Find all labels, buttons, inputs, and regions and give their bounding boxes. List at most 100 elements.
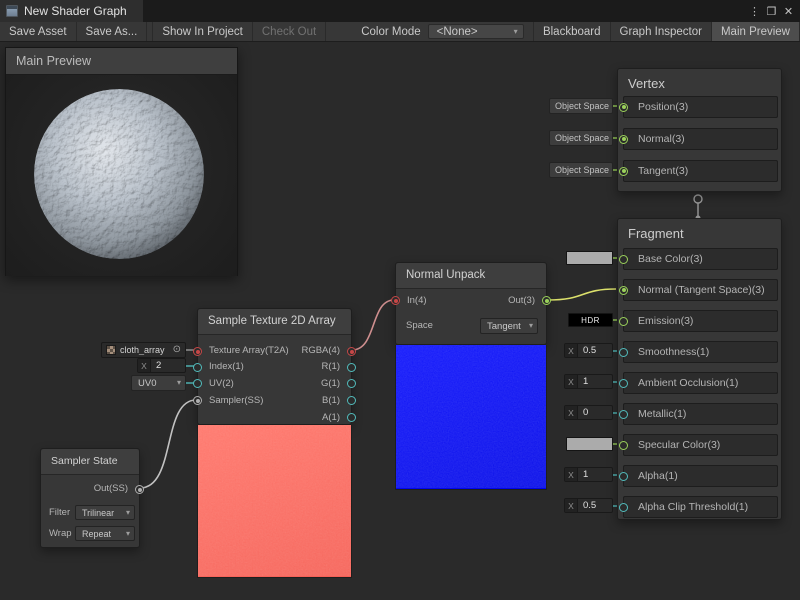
fragment-row-ambient-occlusion[interactable]: Ambient Occlusion(1) bbox=[623, 372, 778, 394]
port-tangent-in[interactable] bbox=[619, 167, 628, 176]
port-index-in[interactable] bbox=[193, 363, 202, 372]
uv-channel-dropdown[interactable]: UV0 ▾ bbox=[131, 375, 186, 391]
main-preview-title[interactable]: Main Preview bbox=[6, 48, 237, 75]
fragment-row-smoothness[interactable]: Smoothness(1) bbox=[623, 341, 778, 363]
port-position-in[interactable] bbox=[619, 103, 628, 112]
port-normal-in[interactable] bbox=[619, 135, 628, 144]
fragment-row-base-color[interactable]: Base Color(3) bbox=[623, 248, 778, 270]
vertex-row-normal[interactable]: Normal(3) bbox=[623, 128, 778, 150]
chevron-down-icon: ▾ bbox=[177, 379, 181, 387]
color-mode-value: <None> bbox=[437, 26, 478, 38]
maximize-icon[interactable]: ❐ bbox=[763, 2, 780, 20]
graph-inspector-toggle-button[interactable]: Graph Inspector bbox=[611, 22, 712, 41]
index-field[interactable]: X2 bbox=[137, 358, 186, 373]
color-mode-dropdown[interactable]: <None> ▾ bbox=[428, 24, 524, 39]
tangent-space-dropdown[interactable]: Object Space bbox=[549, 162, 613, 178]
title-bar: New Shader Graph ⋮ ❐ ✕ bbox=[0, 0, 800, 22]
alpha-clip-threshold-field[interactable]: X0.5 bbox=[564, 498, 613, 513]
edge-rgba-to-in bbox=[352, 300, 394, 350]
port-out3[interactable] bbox=[542, 296, 551, 305]
blackboard-toggle-button[interactable]: Blackboard bbox=[533, 22, 611, 41]
port-specular-color-in[interactable] bbox=[619, 441, 628, 450]
port-b-out[interactable] bbox=[347, 396, 356, 405]
port-alpha-clip-in[interactable] bbox=[619, 503, 628, 512]
port-outss[interactable] bbox=[135, 485, 144, 494]
port-rgba-out[interactable] bbox=[347, 347, 356, 356]
tab-new-shader-graph[interactable]: New Shader Graph bbox=[0, 0, 143, 22]
chevron-down-icon: ▾ bbox=[514, 28, 518, 36]
color-mode-label: Color Mode bbox=[354, 22, 427, 41]
chevron-down-icon: ▾ bbox=[529, 322, 533, 330]
cloth-noise-overlay bbox=[198, 425, 351, 576]
check-out-button: Check Out bbox=[253, 22, 326, 41]
port-metallic-in[interactable] bbox=[619, 410, 628, 419]
base-color-swatch[interactable] bbox=[566, 251, 613, 265]
edge-out-to-normal bbox=[548, 289, 616, 300]
normal-noise-overlay bbox=[396, 345, 546, 488]
fragment-row-normal-tangent-space[interactable]: Normal (Tangent Space)(3) bbox=[623, 279, 778, 301]
sample-texture-preview[interactable] bbox=[197, 425, 352, 578]
chevron-down-icon: ▾ bbox=[126, 530, 130, 538]
node-normal-unpack[interactable]: Normal Unpack In(4) Out(3) Space Tangent… bbox=[395, 262, 547, 345]
normal-space-dropdown[interactable]: Object Space bbox=[549, 130, 613, 146]
stack-connector-top bbox=[694, 195, 702, 203]
window-controls: ⋮ ❐ ✕ bbox=[746, 2, 800, 20]
port-ambient-occlusion-in[interactable] bbox=[619, 379, 628, 388]
vertex-row-position[interactable]: Position(3) bbox=[623, 96, 778, 118]
save-as-button[interactable]: Save As... bbox=[77, 22, 148, 41]
fragment-row-emission[interactable]: Emission(3) bbox=[623, 310, 778, 332]
main-preview-panel[interactable]: Main Preview bbox=[5, 47, 238, 276]
main-preview-toggle-button[interactable]: Main Preview bbox=[712, 22, 800, 41]
metallic-field[interactable]: X0 bbox=[564, 405, 613, 420]
port-uv-in[interactable] bbox=[193, 379, 202, 388]
fragment-row-specular-color[interactable]: Specular Color(3) bbox=[623, 434, 778, 456]
graph-canvas[interactable]: Main Preview bbox=[0, 42, 800, 600]
smoothness-field[interactable]: X0.5 bbox=[564, 343, 613, 358]
alpha-field[interactable]: X1 bbox=[564, 467, 613, 482]
port-texture-array-in[interactable] bbox=[193, 347, 202, 356]
node-sample-texture-2d-array[interactable]: Sample Texture 2D Array Texture Array(T2… bbox=[197, 308, 352, 425]
port-normal-tangent-in[interactable] bbox=[619, 286, 628, 295]
main-preview-viewport[interactable] bbox=[6, 75, 237, 276]
sample-texture-title: Sample Texture 2D Array bbox=[198, 309, 351, 335]
texture-thumbnail-icon bbox=[106, 345, 116, 355]
save-asset-button[interactable]: Save Asset bbox=[0, 22, 77, 41]
vertex-title: Vertex bbox=[618, 69, 781, 97]
object-picker-icon[interactable]: ⊙ bbox=[173, 345, 181, 355]
port-smoothness-in[interactable] bbox=[619, 348, 628, 357]
port-emission-in[interactable] bbox=[619, 317, 628, 326]
port-base-color-in[interactable] bbox=[619, 255, 628, 264]
normal-unpack-preview[interactable] bbox=[395, 345, 547, 490]
port-a-out[interactable] bbox=[347, 413, 356, 422]
texture-array-object-field[interactable]: cloth_array ⊙ bbox=[101, 342, 186, 358]
port-g-out[interactable] bbox=[347, 379, 356, 388]
wrap-dropdown[interactable]: Repeat ▾ bbox=[75, 526, 135, 541]
port-in4[interactable] bbox=[391, 296, 400, 305]
fragment-row-metallic[interactable]: Metallic(1) bbox=[623, 403, 778, 425]
filter-dropdown[interactable]: Trilinear ▾ bbox=[75, 505, 135, 520]
position-space-dropdown[interactable]: Object Space bbox=[549, 98, 613, 114]
specular-color-swatch[interactable] bbox=[566, 437, 613, 451]
port-alpha-in[interactable] bbox=[619, 472, 628, 481]
port-r-out[interactable] bbox=[347, 363, 356, 372]
kebab-menu-icon[interactable]: ⋮ bbox=[746, 2, 763, 20]
close-icon[interactable]: ✕ bbox=[780, 2, 797, 20]
graph-toolbar: Save Asset Save As... Show In Project Ch… bbox=[0, 22, 800, 42]
space-dropdown[interactable]: Tangent ▾ bbox=[480, 318, 538, 334]
normal-unpack-title: Normal Unpack bbox=[396, 263, 546, 289]
fragment-title: Fragment bbox=[618, 219, 781, 247]
node-vertex[interactable]: Vertex Position(3) Normal(3) Tangent(3) bbox=[617, 68, 782, 192]
show-in-project-button[interactable]: Show In Project bbox=[153, 22, 253, 41]
sampler-state-title: Sampler State bbox=[41, 449, 139, 475]
node-sampler-state[interactable]: Sampler State Out(SS) Filter Trilinear ▾… bbox=[40, 448, 140, 548]
fragment-row-alpha[interactable]: Alpha(1) bbox=[623, 465, 778, 487]
chevron-down-icon: ▾ bbox=[126, 509, 130, 517]
vertex-row-tangent[interactable]: Tangent(3) bbox=[623, 160, 778, 182]
node-fragment[interactable]: Fragment Base Color(3) Normal (Tangent S… bbox=[617, 218, 782, 520]
emission-hdr-swatch[interactable]: HDR bbox=[568, 313, 613, 327]
shader-graph-icon bbox=[6, 5, 18, 17]
fragment-row-alpha-clip-threshold[interactable]: Alpha Clip Threshold(1) bbox=[623, 496, 778, 518]
port-sampler-in[interactable] bbox=[193, 396, 202, 405]
ambient-occlusion-field[interactable]: X1 bbox=[564, 374, 613, 389]
toolbar-right-group: Blackboard Graph Inspector Main Preview bbox=[533, 22, 800, 41]
